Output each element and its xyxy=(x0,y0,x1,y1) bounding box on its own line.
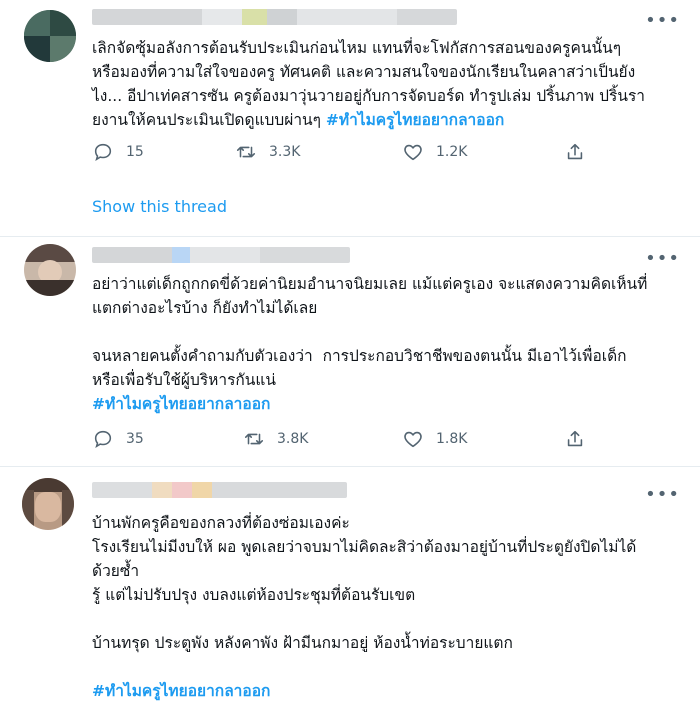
author-name[interactable] xyxy=(92,482,347,498)
author-name[interactable] xyxy=(92,247,350,263)
reply-count: 15 xyxy=(126,144,144,160)
retweet-button[interactable]: 3.3K xyxy=(235,141,300,163)
like-count: 1.8K xyxy=(436,431,468,447)
tweet-1[interactable]: ••• เลิกจัดซุ้มอลังการต้อนรับประเมินก่อน… xyxy=(0,0,700,237)
hashtag-link[interactable]: #ทำไมครูไทยอยากลาออก xyxy=(326,111,504,129)
like-icon xyxy=(404,144,422,161)
like-button[interactable]: 1.2K xyxy=(402,141,467,163)
show-thread-link[interactable]: Show this thread xyxy=(92,197,227,216)
like-icon xyxy=(404,431,422,448)
hashtag-link[interactable]: #ทำไมครูไทยอยากลาออก xyxy=(92,682,270,700)
reply-button[interactable]: 15 xyxy=(92,141,144,163)
tweet-text: บ้านพักครูคือของกลวงที่ต้องซ่อมเองค่ะ โร… xyxy=(92,514,637,700)
reply-icon xyxy=(94,430,112,449)
retweet-icon xyxy=(244,433,264,445)
avatar[interactable] xyxy=(24,10,76,62)
avatar[interactable] xyxy=(22,478,74,530)
retweet-count: 3.8K xyxy=(277,431,309,447)
reply-count: 35 xyxy=(126,431,144,447)
tweet-actions: 35 3.8K 1.8K xyxy=(92,428,592,454)
reply-button[interactable]: 35 xyxy=(92,428,144,450)
retweet-button[interactable]: 3.8K xyxy=(243,428,308,450)
tweet-3[interactable]: ••• บ้านพักครูคือของกลวงที่ต้องซ่อมเองค่… xyxy=(0,466,700,706)
share-button[interactable] xyxy=(564,141,598,163)
retweet-icon xyxy=(236,146,256,158)
tweet-text: เลิกจัดซุ้มอลังการต้อนรับประเมินก่อนไหม … xyxy=(92,39,645,129)
tweet-2[interactable]: ••• อย่าว่าแต่เด็กถูกกดขี่ด้วยค่านิยมอำน… xyxy=(0,236,700,467)
avatar[interactable] xyxy=(24,244,76,296)
tweet-text: อย่าว่าแต่เด็กถูกกดขี่ด้วยค่านิยมอำนาจนิ… xyxy=(92,275,648,413)
share-icon xyxy=(567,430,583,447)
more-options-icon[interactable]: ••• xyxy=(645,486,680,504)
like-count: 1.2K xyxy=(436,144,468,160)
more-options-icon[interactable]: ••• xyxy=(645,250,680,268)
reply-icon xyxy=(94,143,112,162)
share-button[interactable] xyxy=(564,428,598,450)
retweet-count: 3.3K xyxy=(269,144,301,160)
tweet-actions: 15 3.3K 1.2K xyxy=(92,141,592,167)
more-options-icon[interactable]: ••• xyxy=(645,12,680,30)
share-icon xyxy=(567,143,583,160)
like-button[interactable]: 1.8K xyxy=(402,428,467,450)
author-name[interactable] xyxy=(92,9,457,25)
hashtag-link[interactable]: #ทำไมครูไทยอยากลาออก xyxy=(92,395,270,413)
